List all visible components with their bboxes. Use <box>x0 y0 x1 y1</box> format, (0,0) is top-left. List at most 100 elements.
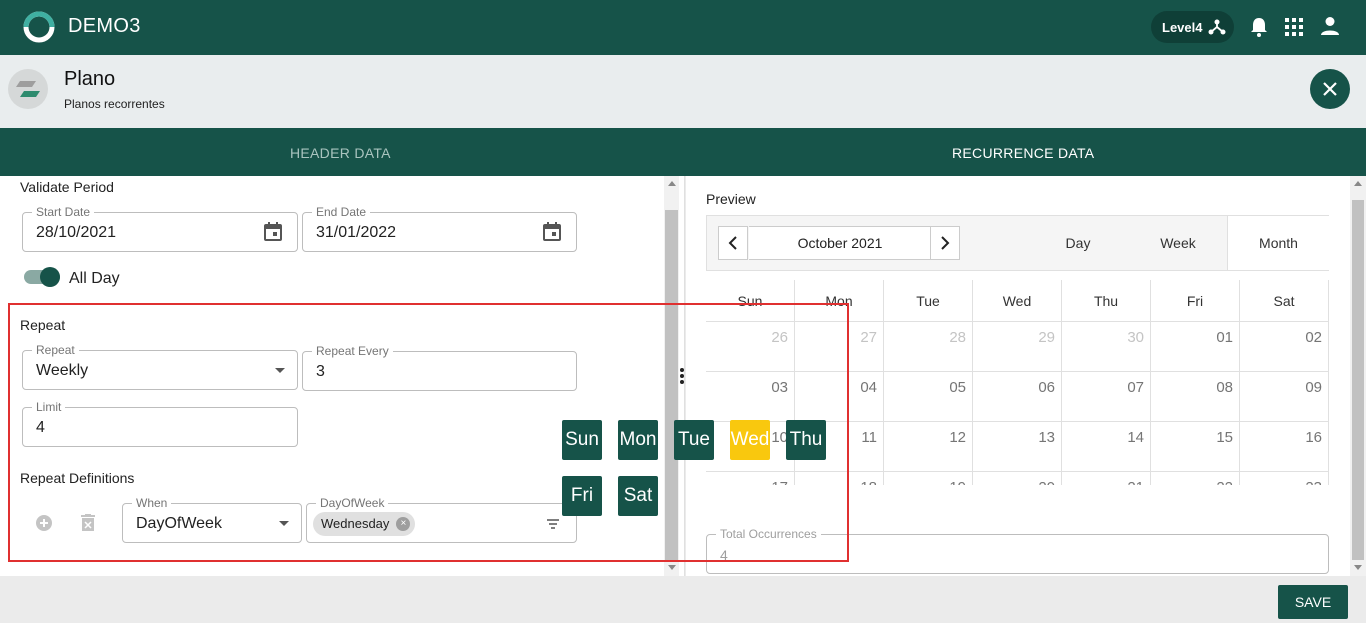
start-date-value: 28/10/2021 <box>36 224 117 241</box>
calendar-day-cell[interactable]: 01 <box>1151 322 1240 372</box>
app-topbar: DEMO3 Level4 <box>0 0 1366 55</box>
close-button[interactable] <box>1310 69 1350 109</box>
day-number: 21 <box>1127 479 1144 485</box>
current-month-label[interactable]: October 2021 <box>749 226 931 260</box>
scroll-down-icon[interactable] <box>1354 565 1362 570</box>
chevron-right-icon <box>941 236 950 250</box>
user-icon[interactable] <box>1320 16 1340 36</box>
day-number: 11 <box>861 429 877 446</box>
day-number: 29 <box>1038 329 1055 346</box>
module-avatar <box>8 69 48 109</box>
save-button[interactable]: SAVE <box>1278 585 1348 619</box>
level-selector[interactable]: Level4 <box>1151 11 1234 43</box>
calendar-day-cell[interactable]: 28 <box>884 322 973 372</box>
calendar-day-cell[interactable]: 12 <box>884 422 973 472</box>
day-number: 01 <box>1216 329 1233 346</box>
tab-header-data[interactable]: HEADER DATA <box>290 145 391 161</box>
day-number: 05 <box>949 379 966 396</box>
next-month-button[interactable] <box>930 226 960 260</box>
day-number: 13 <box>1038 429 1055 446</box>
start-date-label: Start Date <box>32 205 95 219</box>
day-button-tue[interactable]: Tue <box>674 420 714 460</box>
right-scrollbar[interactable] <box>1350 176 1366 576</box>
day-number: 22 <box>1216 479 1233 485</box>
all-day-label: All Day <box>69 270 120 287</box>
page-subtitle: Planos recorrentes <box>64 97 165 111</box>
day-number: 20 <box>1038 479 1055 485</box>
bell-icon[interactable] <box>1249 16 1269 38</box>
view-week-button[interactable]: Week <box>1127 216 1229 270</box>
day-number: 09 <box>1305 379 1322 396</box>
weekday-header: Wed <box>973 280 1062 322</box>
day-number: 02 <box>1305 329 1322 346</box>
day-number: 30 <box>1127 329 1144 346</box>
app-name: DEMO3 <box>68 15 141 37</box>
calendar-day-cell[interactable]: 09 <box>1240 372 1329 422</box>
calendar-toolbar: October 2021 Day Week Month <box>706 215 1329 271</box>
calendar-day-cell[interactable]: 07 <box>1062 372 1151 422</box>
calendar-day-cell[interactable]: 20 <box>973 472 1062 485</box>
end-date-label: End Date <box>312 205 371 219</box>
prev-month-button[interactable] <box>718 226 748 260</box>
day-number: 23 <box>1305 479 1322 485</box>
day-number: 07 <box>1127 379 1144 396</box>
tab-bar: HEADER DATA RECURRENCE DATA <box>0 128 1366 176</box>
app-logo-icon <box>23 11 55 43</box>
preview-label: Preview <box>706 191 756 207</box>
tab-recurrence-data[interactable]: RECURRENCE DATA <box>952 145 1094 161</box>
day-number: 19 <box>949 479 966 485</box>
network-icon <box>1208 19 1226 35</box>
end-date-field[interactable]: End Date 31/01/2022 <box>302 205 577 252</box>
weekday-header: Fri <box>1151 280 1240 322</box>
calendar-day-cell[interactable]: 16 <box>1240 422 1329 472</box>
close-icon <box>1323 82 1337 96</box>
calendar-day-cell[interactable]: 13 <box>973 422 1062 472</box>
toggle-knob <box>40 267 60 287</box>
calendar-day-cell[interactable]: 02 <box>1240 322 1329 372</box>
view-day-button[interactable]: Day <box>1027 216 1129 270</box>
calendar-day-cell[interactable]: 19 <box>884 472 973 485</box>
calendar-day-cell[interactable]: 15 <box>1151 422 1240 472</box>
day-number: 14 <box>1127 429 1144 446</box>
calendar-day-cell[interactable]: 21 <box>1062 472 1151 485</box>
chevron-left-icon <box>728 236 737 250</box>
day-number: 16 <box>1305 429 1322 446</box>
start-date-field[interactable]: Start Date 28/10/2021 <box>22 205 298 252</box>
day-number: 28 <box>949 329 966 346</box>
calendar-day-cell[interactable]: 14 <box>1062 422 1151 472</box>
module-logo-icon <box>16 81 40 97</box>
day-button-sat[interactable]: Sat <box>618 476 658 516</box>
day-number: 06 <box>1038 379 1055 396</box>
page-header: Plano Planos recorrentes <box>0 55 1366 128</box>
end-date-value: 31/01/2022 <box>316 224 397 241</box>
calendar-day-cell[interactable]: 30 <box>1062 322 1151 372</box>
calendar-day-cell[interactable]: 23 <box>1240 472 1329 485</box>
scroll-down-icon[interactable] <box>668 565 676 570</box>
scrollbar-thumb[interactable] <box>1352 200 1364 560</box>
calendar-icon[interactable] <box>263 222 283 242</box>
calendar-day-cell[interactable]: 29 <box>973 322 1062 372</box>
scroll-up-icon[interactable] <box>668 181 676 186</box>
calendar-day-cell[interactable]: 06 <box>973 372 1062 422</box>
day-button-wed[interactable]: Wed <box>730 420 770 460</box>
annotation-highlight-box <box>8 303 849 562</box>
level-label: Level4 <box>1162 20 1203 35</box>
calendar-day-cell[interactable]: 05 <box>884 372 973 422</box>
day-button-sun[interactable]: Sun <box>562 420 602 460</box>
weekday-header: Thu <box>1062 280 1151 322</box>
day-button-thu[interactable]: Thu <box>786 420 826 460</box>
calendar-day-cell[interactable]: 08 <box>1151 372 1240 422</box>
all-day-toggle[interactable] <box>24 267 60 287</box>
day-button-fri[interactable]: Fri <box>562 476 602 516</box>
calendar-day-cell[interactable]: 22 <box>1151 472 1240 485</box>
view-month-button[interactable]: Month <box>1227 216 1329 270</box>
apps-grid-icon[interactable] <box>1285 18 1303 36</box>
day-number: 08 <box>1216 379 1233 396</box>
day-button-mon[interactable]: Mon <box>618 420 658 460</box>
weekday-header: Sat <box>1240 280 1329 322</box>
day-number: 27 <box>860 329 877 346</box>
day-number: 15 <box>1216 429 1233 446</box>
page-title: Plano <box>64 68 116 90</box>
calendar-icon[interactable] <box>542 222 562 242</box>
scroll-up-icon[interactable] <box>1354 181 1362 186</box>
